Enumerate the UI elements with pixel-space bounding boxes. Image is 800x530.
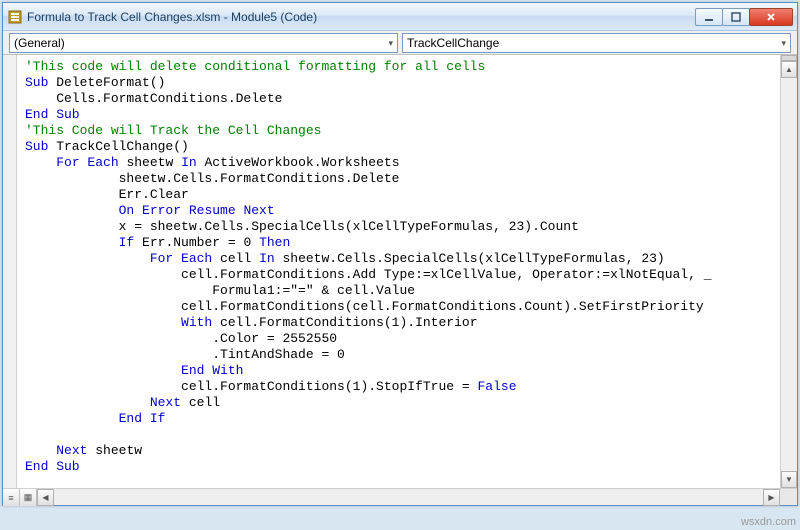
code-editor[interactable]: 'This code will delete conditional forma… [17,55,780,488]
chevron-down-icon: ▾ [781,38,786,49]
scroll-up-button[interactable]: ▲ [781,61,797,78]
code-line: x = sheetw.Cells.SpecialCells(xlCellType… [25,219,579,234]
chevron-down-icon: ▾ [388,38,393,49]
procedure-combobox[interactable]: TrackCellChange ▾ [402,33,791,53]
code-text: sheetw [87,443,142,458]
code-text: cell.FormatConditions(1).StopIfTrue = [25,379,477,394]
code-text: cell [181,395,220,410]
code-window: Formula to Track Cell Changes.xlsm - Mod… [2,2,798,506]
code-kw: If [119,235,135,250]
code-kw: End Sub [25,459,80,474]
code-text: Err.Number = 0 [134,235,259,250]
code-line: 'This Code will Track the Cell Changes [25,123,321,138]
scroll-right-button[interactable]: ▶ [763,489,780,506]
code-text: TrackCellChange() [48,139,188,154]
code-line: .TintAndShade = 0 [25,347,345,362]
code-line: cell.FormatConditions.Add Type:=xlCellVa… [25,267,712,282]
code-kw: In [259,251,275,266]
full-module-view-button[interactable]: ▦ [20,489,37,506]
code-kw: Next [56,443,87,458]
code-line: 'This code will delete conditional forma… [25,59,485,74]
code-indent [25,443,56,458]
code-text: ActiveWorkbook.Worksheets [197,155,400,170]
code-text: sheetw [119,155,181,170]
minimize-button[interactable] [695,8,723,26]
window-controls [696,8,793,26]
code-indent [25,235,119,250]
code-line: .Color = 2552550 [25,331,337,346]
code-kw: For Each [150,251,212,266]
code-indent [25,251,150,266]
app-icon [7,9,23,25]
scroll-track[interactable] [781,78,797,471]
code-line: Err.Clear [25,187,189,202]
code-line: sheetw.Cells.FormatConditions.Delete [25,171,399,186]
code-indent [25,155,56,170]
code-kw: In [181,155,197,170]
code-line: Formula1:="=" & cell.Value [25,283,415,298]
code-line: cell.FormatConditions(cell.FormatConditi… [25,299,704,314]
code-text: cell [212,251,259,266]
code-text: cell.FormatConditions(1).Interior [212,315,477,330]
code-indent [25,203,119,218]
code-kw: Sub [25,139,48,154]
code-kw: For Each [56,155,118,170]
margin-indicator-bar [3,55,17,488]
horizontal-scroll-track[interactable] [54,489,763,505]
proc-combo-value: TrackCellChange [407,36,499,50]
code-indent [25,363,181,378]
titlebar[interactable]: Formula to Track Cell Changes.xlsm - Mod… [3,3,797,31]
code-toolbar: (General) ▾ TrackCellChange ▾ [3,31,797,55]
scroll-down-button[interactable]: ▼ [781,471,797,488]
code-kw: Next [150,395,181,410]
code-kw: End With [181,363,243,378]
close-button[interactable] [749,8,793,26]
maximize-button[interactable] [722,8,750,26]
code-indent [25,315,181,330]
editor-area: 'This code will delete conditional forma… [3,55,797,488]
code-kw: False [477,379,516,394]
code-kw: End If [119,411,166,426]
sizegrip[interactable] [780,489,797,505]
code-kw: With [181,315,212,330]
object-combo-value: (General) [14,36,65,50]
code-kw: Then [259,235,290,250]
code-kw: End Sub [25,107,80,122]
watermark: wsxdn.com [741,516,796,528]
code-kw: Sub [25,75,48,90]
code-line: Cells.FormatConditions.Delete [25,91,282,106]
code-text: DeleteFormat() [48,75,165,90]
code-indent [25,411,119,426]
code-kw: On Error Resume Next [119,203,275,218]
window-title: Formula to Track Cell Changes.xlsm - Mod… [27,10,696,24]
scroll-left-button[interactable]: ◀ [37,489,54,506]
bottom-bar: ≡ ▦ ◀ ▶ [3,488,797,505]
vertical-scrollbar[interactable]: ▲ ▼ [780,55,797,488]
object-combobox[interactable]: (General) ▾ [9,33,398,53]
code-indent [25,395,150,410]
code-text: sheetw.Cells.SpecialCells(xlCellTypeForm… [275,251,665,266]
procedure-view-button[interactable]: ≡ [3,489,20,506]
